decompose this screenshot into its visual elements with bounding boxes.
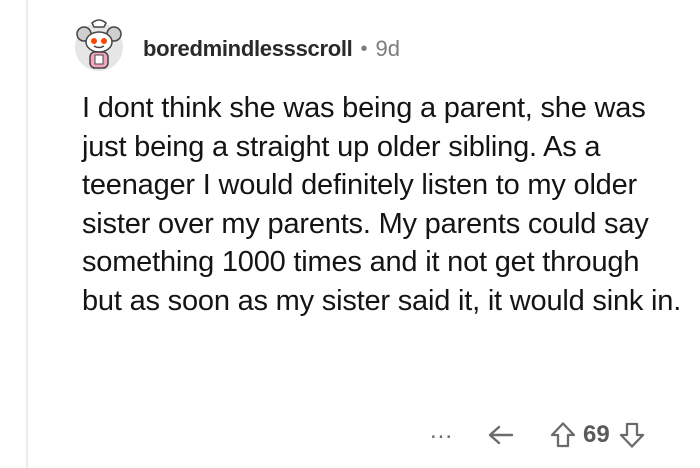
comment-body: I dont think she was being a parent, she… bbox=[82, 92, 682, 317]
comment-age[interactable]: 9d bbox=[376, 36, 400, 62]
username-link[interactable]: boredmindlessscroll bbox=[143, 36, 353, 62]
separator-dot: • bbox=[360, 37, 368, 60]
upvote-icon[interactable] bbox=[549, 421, 577, 449]
avatar[interactable] bbox=[73, 17, 125, 73]
more-options-icon[interactable]: ... bbox=[430, 419, 453, 443]
reply-icon[interactable] bbox=[487, 423, 515, 447]
thread-line[interactable] bbox=[26, 0, 28, 468]
comment-header: boredmindlessscroll • 9d bbox=[143, 34, 400, 64]
vote-count: 69 bbox=[583, 421, 610, 448]
comment-actions: ... 69 bbox=[430, 416, 646, 454]
downvote-icon[interactable] bbox=[618, 421, 646, 449]
snoo-avatar-icon bbox=[75, 19, 123, 71]
